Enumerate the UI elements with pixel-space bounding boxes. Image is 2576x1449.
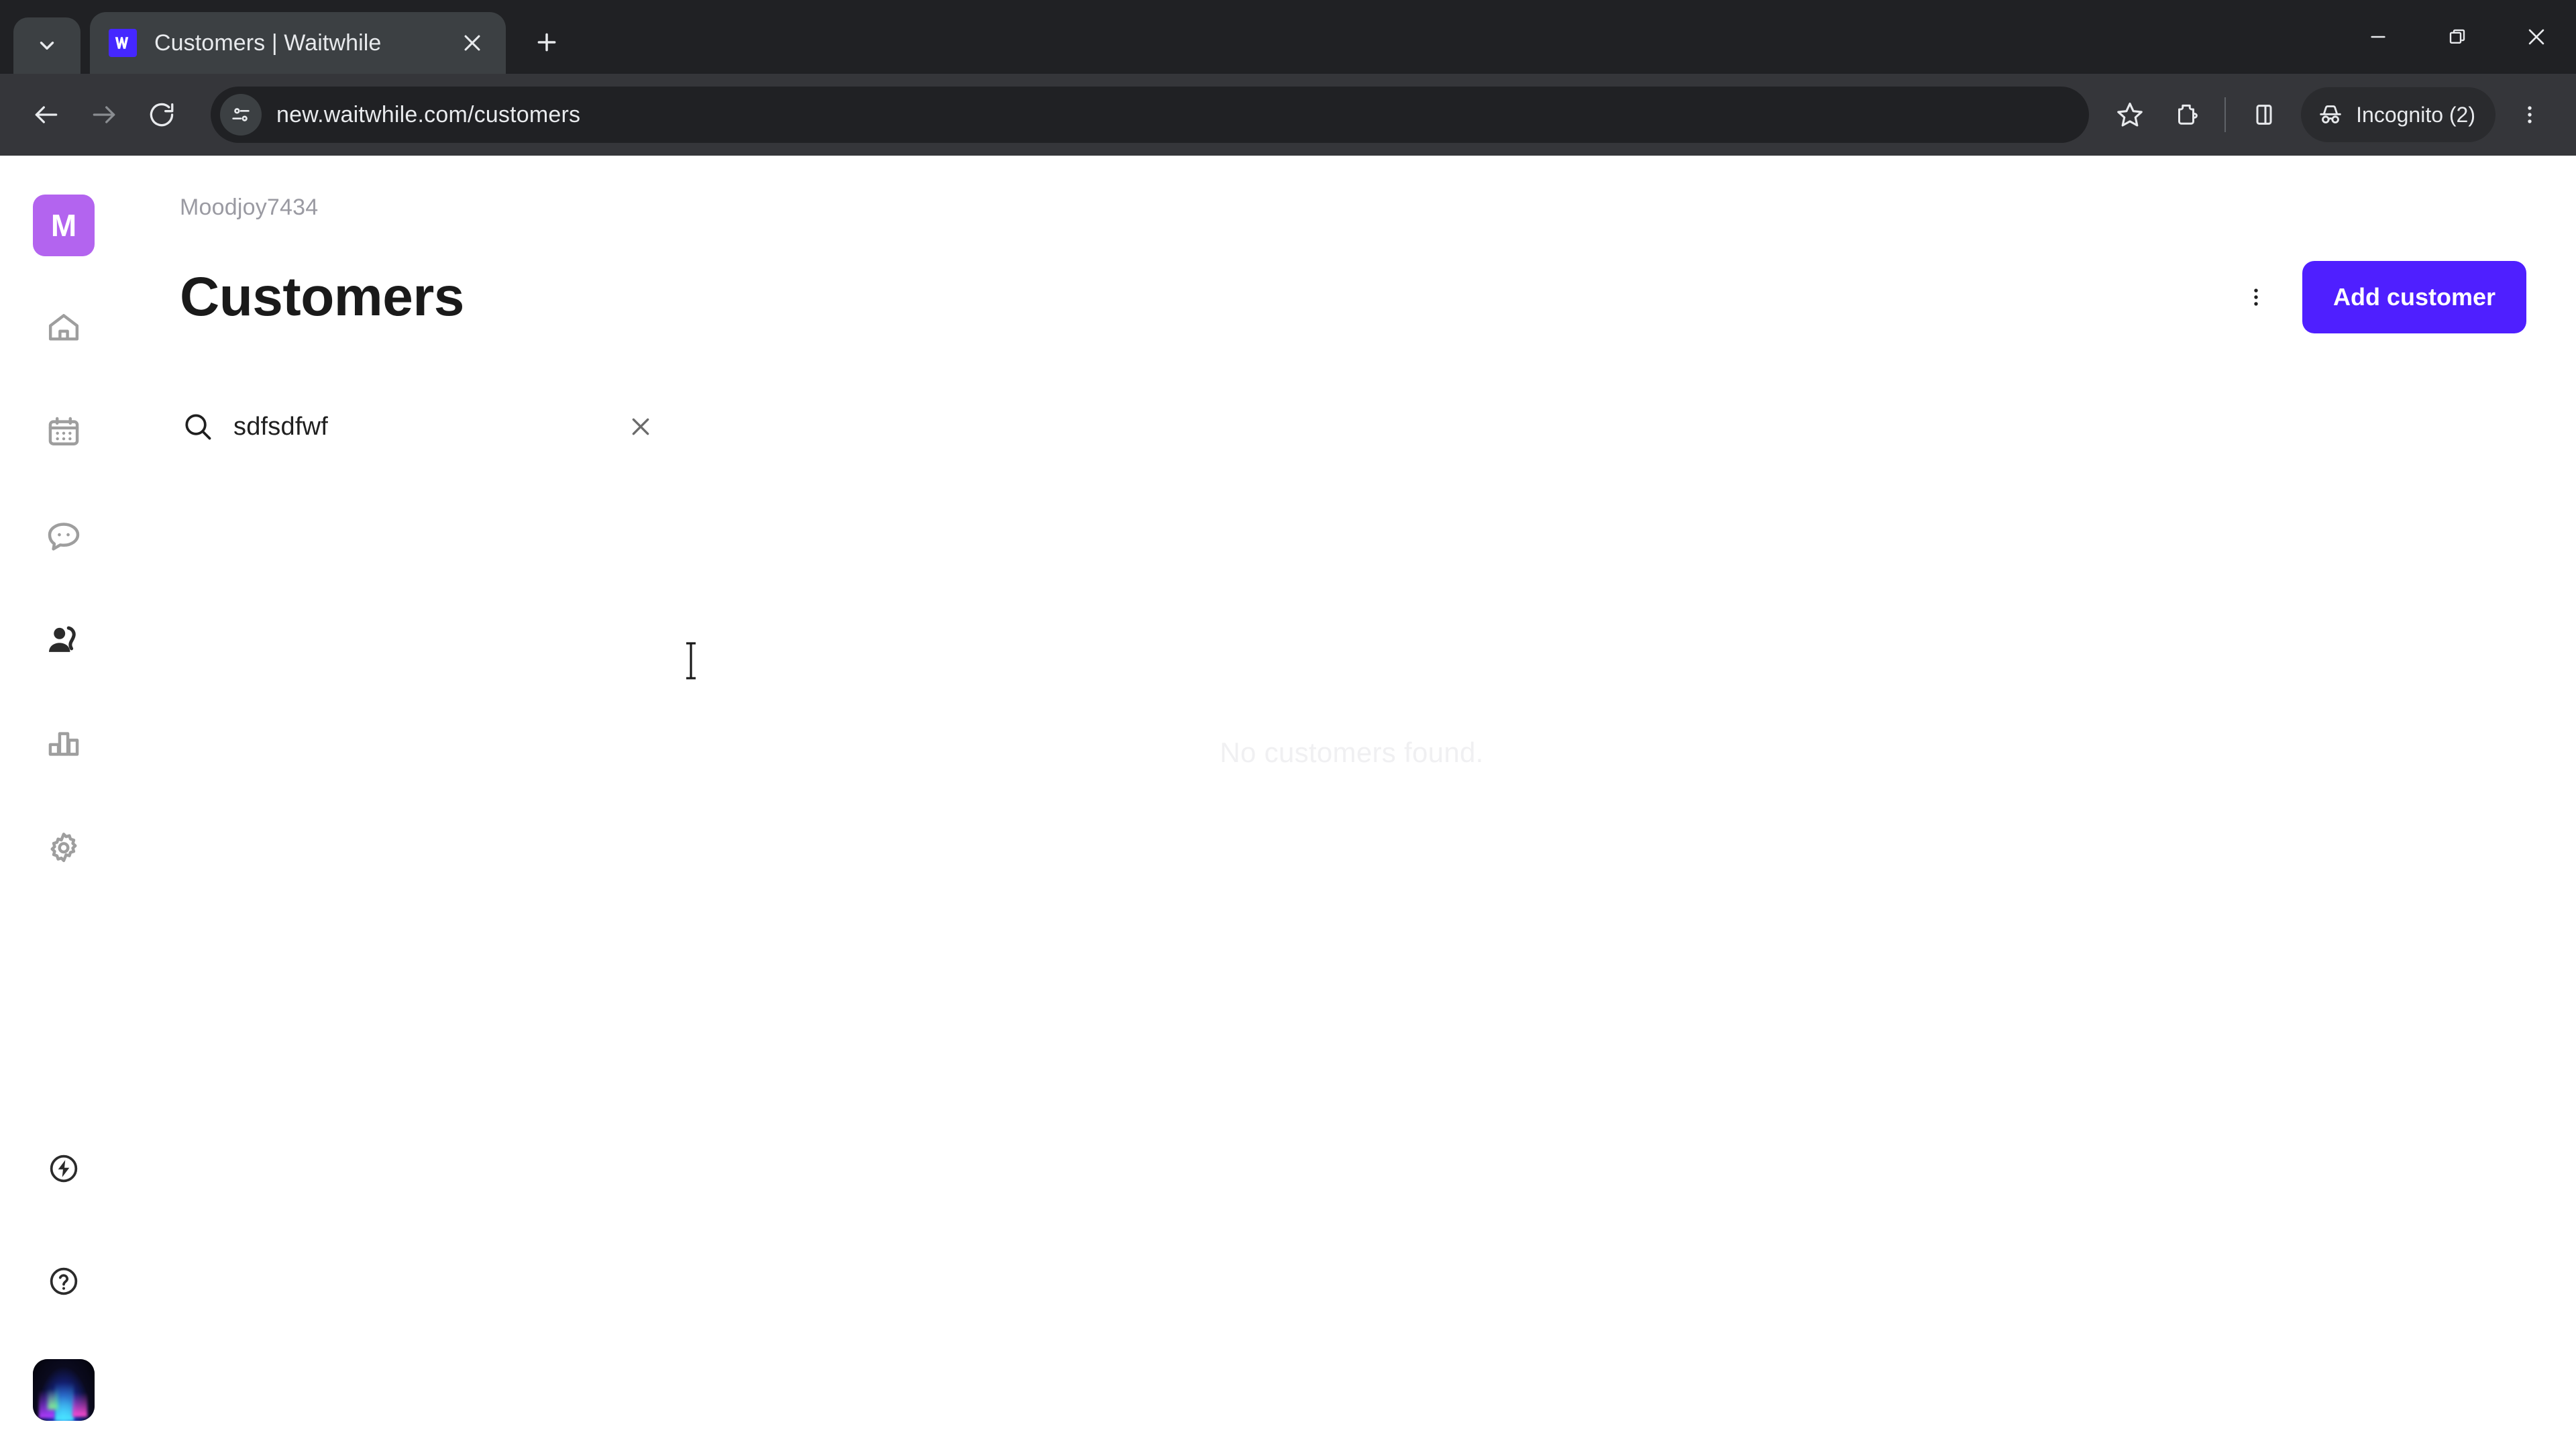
brand-logo[interactable]: M [33,195,95,256]
tab-strip: Customers | Waitwhile [0,0,2576,74]
toolbar-divider [2224,97,2226,132]
incognito-label: Incognito (2) [2356,102,2475,127]
page-body: M Moodjoy7434 Customers Add customer sdf… [0,156,2576,1449]
waitwhile-favicon [109,29,137,57]
calendar-icon [45,413,83,451]
browser-tab[interactable]: Customers | Waitwhile [90,12,506,74]
text-cursor [683,640,699,682]
sidebar-bottom-group [0,1134,127,1421]
clear-search-button[interactable] [619,405,663,449]
side-panel-button[interactable] [2237,87,2292,142]
bookmark-button[interactable] [2101,86,2159,144]
page-title: Customers [180,266,464,327]
browser-window: Customers | Waitwhile new.waitwhile.com/… [0,0,2576,1449]
search-input[interactable]: sdfsdfwf [233,413,619,441]
search-icon [180,409,216,445]
tab-search-button[interactable] [13,17,80,74]
new-tab-button[interactable] [523,19,570,66]
incognito-indicator[interactable]: Incognito (2) [2301,87,2496,142]
people-icon [44,621,83,659]
more-options-button[interactable] [2230,271,2282,323]
url-text[interactable]: new.waitwhile.com/customers [276,102,580,128]
gear-icon [45,829,83,867]
forward-button[interactable] [75,86,133,144]
organization-name: Moodjoy7434 [180,195,319,220]
address-bar[interactable]: new.waitwhile.com/customers [211,87,2090,143]
page-header: Customers Add customer [180,261,2576,333]
home-icon [45,309,83,347]
tab-close-button[interactable] [453,24,491,62]
maximize-button[interactable] [2418,0,2497,74]
chat-bubble-icon [45,517,83,555]
chevron-down-icon [36,34,58,57]
incognito-icon [2317,101,2356,128]
back-button[interactable] [17,86,75,144]
window-controls [2339,0,2576,74]
browser-toolbar: new.waitwhile.com/customers Incognito (2… [0,74,2576,156]
bar-chart-icon [45,725,83,763]
app-sidebar: M [0,156,127,1449]
close-window-button[interactable] [2497,0,2576,74]
minimize-button[interactable] [2339,0,2418,74]
bolt-circle-icon [47,1152,80,1185]
customer-search-bar[interactable]: sdfsdfwf [180,398,663,455]
sidebar-item-messages[interactable] [27,499,101,573]
sidebar-item-settings[interactable] [27,811,101,885]
main-content: Moodjoy7434 Customers Add customer sdfsd… [127,156,2576,1449]
reload-button[interactable] [133,86,191,144]
sidebar-item-integrations[interactable] [29,1134,99,1203]
tune-icon[interactable] [220,94,262,136]
empty-state-message: No customers found. [1220,737,1484,768]
sidebar-item-schedule[interactable] [27,395,101,469]
user-avatar[interactable] [33,1359,95,1421]
sidebar-item-home[interactable] [27,291,101,365]
add-customer-button[interactable]: Add customer [2302,261,2526,333]
sidebar-item-analytics[interactable] [27,707,101,781]
sidebar-item-customers[interactable] [27,603,101,677]
extensions-button[interactable] [2159,87,2214,142]
sidebar-item-help[interactable] [29,1246,99,1316]
help-circle-icon [47,1265,80,1298]
tab-title: Customers | Waitwhile [154,30,382,56]
browser-menu-button[interactable] [2501,86,2559,144]
